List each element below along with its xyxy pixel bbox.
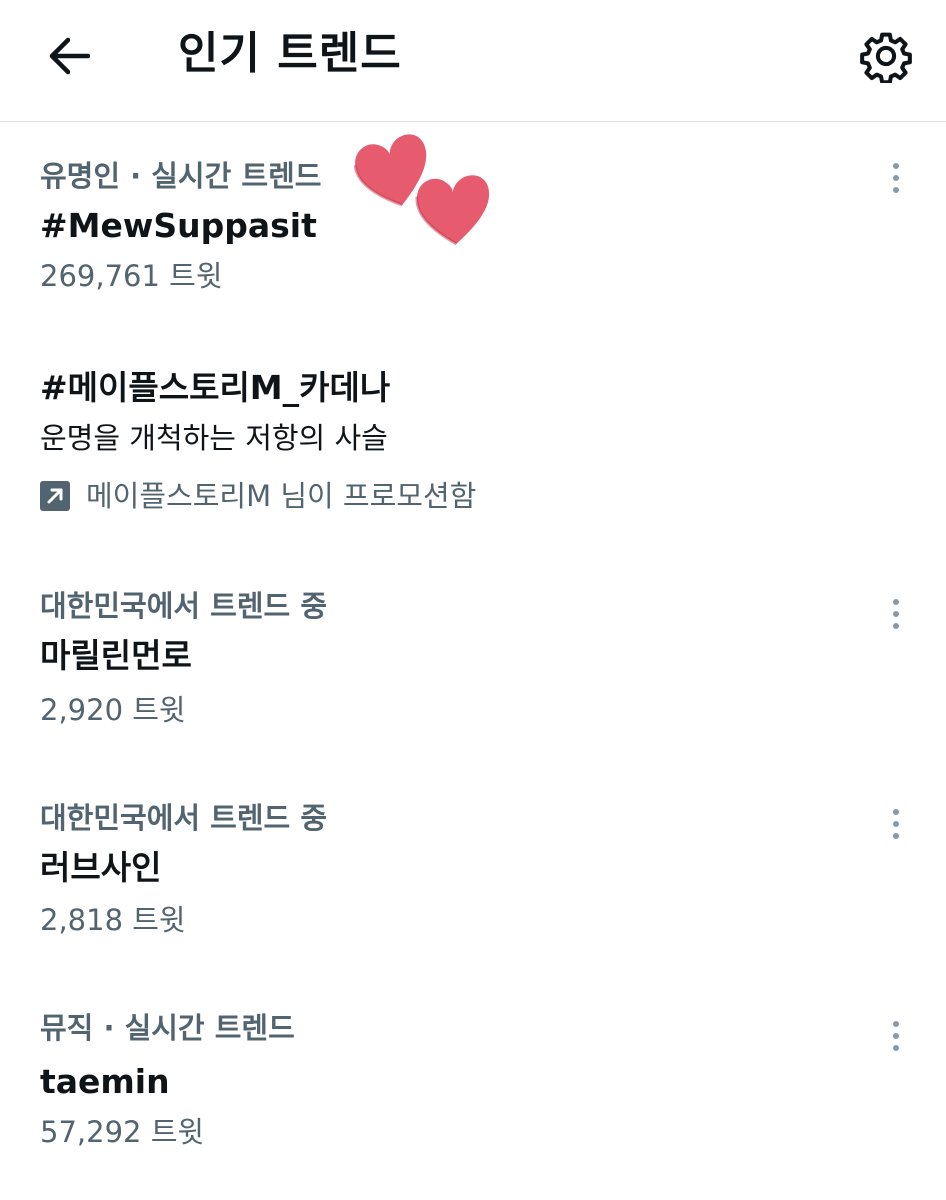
gear-icon: [860, 32, 912, 83]
trend-description: 운명을 개척하는 저항의 사슬: [40, 421, 388, 455]
trend-name: 마릴린먼로: [40, 636, 192, 675]
more-button[interactable]: [880, 804, 912, 844]
more-vertical-icon: [893, 163, 899, 193]
trend-tweet-count: 2,818 트윗: [40, 903, 186, 937]
more-button[interactable]: [880, 1016, 912, 1056]
more-vertical-icon: [893, 809, 899, 839]
trend-tweet-count: 269,761 트윗: [40, 259, 223, 293]
trend-tweet-count: 2,920 트윗: [40, 693, 186, 727]
trend-context: 유명인 · 실시간 트렌드: [40, 159, 322, 193]
heart-icon: [415, 175, 490, 246]
trend-name: taemin: [40, 1062, 170, 1101]
trend-tweet-count: 57,292 트윗: [40, 1115, 205, 1149]
header-bar: 인기 트렌드: [0, 0, 946, 122]
promoted-label: 메이플스토리M 님이 프로모션함: [40, 476, 476, 516]
trend-item[interactable]: 대한민국에서 트렌드 중 마릴린먼로 2,920 트윗: [0, 554, 946, 764]
trend-context: 대한민국에서 트렌드 중: [40, 801, 327, 835]
promoted-arrow-icon: [40, 481, 70, 511]
promoted-text: 메이플스토리M 님이 프로모션함: [86, 479, 477, 513]
settings-button[interactable]: [856, 26, 916, 86]
trend-name: #MewSuppasit: [40, 206, 317, 245]
trend-context: 뮤직 · 실시간 트렌드: [40, 1011, 295, 1045]
trend-item[interactable]: 뮤직 · 실시간 트렌드 taemin 57,292 트윗: [0, 976, 946, 1186]
more-button[interactable]: [880, 594, 912, 634]
more-vertical-icon: [893, 1021, 899, 1051]
promoted-trend-item[interactable]: #메이플스토리M_카데나 운명을 개척하는 저항의 사슬 메이플스토리M 님이 …: [0, 324, 946, 554]
arrow-left-icon: [49, 37, 90, 75]
more-vertical-icon: [893, 599, 899, 629]
trend-context: 대한민국에서 트렌드 중: [40, 589, 327, 623]
trend-name: #메이플스토리M_카데나: [40, 368, 391, 407]
page-title: 인기 트렌드: [178, 28, 402, 79]
back-button[interactable]: [38, 28, 98, 84]
more-button[interactable]: [880, 158, 912, 198]
trend-item[interactable]: 대한민국에서 트렌드 중 러브사인 2,818 트윗: [0, 766, 946, 976]
trend-name: 러브사인: [40, 848, 162, 887]
